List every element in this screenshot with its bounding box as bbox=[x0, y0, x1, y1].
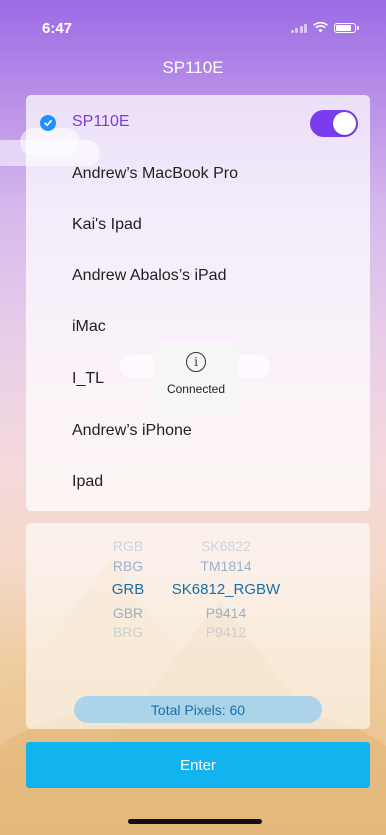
color-order-option[interactable]: RGB bbox=[108, 538, 148, 554]
color-order-selected[interactable]: GRB bbox=[108, 581, 148, 598]
device-name: Andrew’s MacBook Pro bbox=[72, 165, 238, 182]
connection-toggle[interactable] bbox=[310, 110, 358, 137]
device-name: Andrew Abalos’s iPad bbox=[72, 267, 227, 284]
status-bar: 6:47 bbox=[0, 0, 386, 52]
chip-type-selected[interactable]: SK6812_RGBW bbox=[166, 581, 286, 598]
toast-message: Connected bbox=[166, 382, 226, 396]
chip-type-option[interactable]: SK6822 bbox=[166, 538, 286, 554]
status-time: 6:47 bbox=[42, 20, 73, 37]
home-indicator[interactable] bbox=[128, 819, 262, 824]
chip-type-option[interactable]: P9412 bbox=[166, 624, 286, 640]
info-icon: i bbox=[186, 352, 206, 372]
picker-row[interactable]: RBG TM1814 bbox=[26, 558, 370, 580]
cellular-signal-icon bbox=[290, 23, 307, 33]
status-icons bbox=[290, 22, 359, 33]
checkmark-icon bbox=[40, 115, 56, 131]
connected-toast: i Connected bbox=[153, 341, 239, 413]
toggle-knob bbox=[333, 112, 356, 135]
device-name: Ipad bbox=[72, 473, 104, 490]
enter-button[interactable]: Enter bbox=[26, 742, 370, 788]
chip-type-option[interactable]: P9414 bbox=[166, 605, 286, 621]
wifi-icon bbox=[313, 22, 328, 33]
color-order-option[interactable]: RBG bbox=[108, 558, 148, 574]
app-screen: 6:47 SP110E SP110E Andrew’s MacBook Pro … bbox=[0, 0, 386, 835]
picker-row[interactable]: BRG P9412 bbox=[26, 624, 370, 646]
device-row[interactable]: Andrew Abalos’s iPad bbox=[26, 251, 370, 301]
picker-row-selected[interactable]: GRB SK6812_RGBW bbox=[26, 581, 370, 603]
device-row[interactable]: Andrew’s iPhone bbox=[26, 406, 370, 456]
device-name: iMac bbox=[72, 318, 106, 335]
color-order-option[interactable]: GBR bbox=[108, 605, 148, 621]
nav-title: SP110E bbox=[162, 58, 224, 77]
chip-type-option[interactable]: TM1814 bbox=[166, 558, 286, 574]
battery-icon bbox=[334, 22, 359, 33]
device-row[interactable]: Kai's Ipad bbox=[26, 200, 370, 250]
led-config-picker[interactable]: RGB SK6822 RBG TM1814 GRB SK6812_RGBW GB… bbox=[26, 523, 370, 729]
device-name: Andrew’s iPhone bbox=[72, 422, 192, 439]
total-pixels-field[interactable]: Total Pixels: 60 bbox=[74, 696, 322, 723]
color-order-option[interactable]: BRG bbox=[108, 624, 148, 640]
device-name: I_TL bbox=[72, 370, 105, 387]
device-name: Kai's Ipad bbox=[72, 216, 142, 233]
device-name: SP110E bbox=[72, 113, 130, 130]
picker-row[interactable]: RGB SK6822 bbox=[26, 538, 370, 560]
device-row[interactable]: Andrew’s MacBook Pro bbox=[26, 149, 370, 199]
device-row[interactable]: Ipad bbox=[26, 457, 370, 507]
device-list: SP110E Andrew’s MacBook Pro Kai's Ipad A… bbox=[26, 95, 370, 511]
device-row-sp110e[interactable]: SP110E bbox=[26, 97, 370, 147]
